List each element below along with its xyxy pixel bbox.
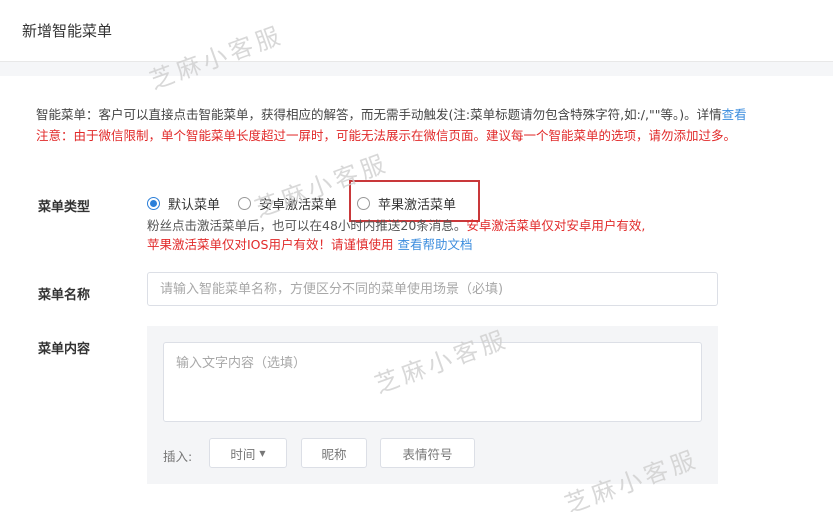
menu-content-label: 菜单内容 bbox=[38, 342, 91, 357]
insert-emoji-button[interactable]: 表情符号 bbox=[380, 438, 475, 468]
insert-emoji-label: 表情符号 bbox=[402, 446, 453, 462]
insert-time-dropdown[interactable]: 时间 ▼ bbox=[209, 438, 287, 468]
insert-time-label: 时间 bbox=[230, 446, 256, 462]
insert-label: 插入: bbox=[163, 449, 193, 464]
warning-notice: 注意：由于微信限制，单个智能菜单长度超过一屏时，可能无法展示在微信页面。建议每一… bbox=[36, 128, 737, 143]
details-link[interactable]: 查看 bbox=[722, 107, 747, 122]
menu-content-textarea[interactable] bbox=[163, 342, 702, 422]
insert-nickname-button[interactable]: 昵称 bbox=[301, 438, 367, 468]
radio-android-menu-label: 安卓激活菜单 bbox=[259, 197, 338, 213]
section-divider bbox=[0, 62, 833, 76]
page-title: 新增智能菜单 bbox=[22, 22, 113, 40]
radio-unchecked-icon bbox=[238, 196, 251, 210]
radio-default-menu[interactable]: 默认菜单 bbox=[147, 194, 221, 213]
page-header: 新增智能菜单 bbox=[0, 0, 833, 62]
ios-warning-text: 苹果激活菜单仅对IOS用户有效！请谨慎使用 bbox=[147, 237, 394, 252]
info-notice-text: 智能菜单：客户可以直接点击智能菜单，获得相应的解答，而无需手动触发(注:菜单标题… bbox=[36, 107, 722, 122]
android-warning-text: 安卓激活菜单仅对安卓用户有效, bbox=[466, 218, 646, 233]
radio-android-menu[interactable]: 安卓激活菜单 bbox=[238, 194, 338, 213]
menu-name-label: 菜单名称 bbox=[38, 288, 91, 303]
info-notice: 智能菜单：客户可以直接点击智能菜单，获得相应的解答，而无需手动触发(注:菜单标题… bbox=[36, 104, 747, 123]
radio-checked-icon bbox=[147, 196, 160, 210]
caret-down-icon: ▼ bbox=[259, 448, 266, 458]
menu-type-help-line-2: 苹果激活菜单仅对IOS用户有效！请谨慎使用 查看帮助文档 bbox=[147, 234, 472, 253]
menu-type-help-line-1: 粉丝点击激活菜单后，也可以在48小时内推送20条消息。安卓激活菜单仅对安卓用户有… bbox=[147, 215, 645, 234]
radio-default-menu-label: 默认菜单 bbox=[168, 197, 221, 213]
insert-nickname-label: 昵称 bbox=[321, 446, 347, 462]
menu-name-input[interactable] bbox=[147, 272, 718, 306]
menu-content-panel: 插入: 时间 ▼ 昵称 表情符号 bbox=[147, 326, 718, 484]
help-docs-link[interactable]: 查看帮助文档 bbox=[397, 237, 472, 252]
help-text: 粉丝点击激活菜单后，也可以在48小时内推送20条消息。 bbox=[147, 218, 467, 233]
menu-type-label: 菜单类型 bbox=[38, 200, 91, 215]
